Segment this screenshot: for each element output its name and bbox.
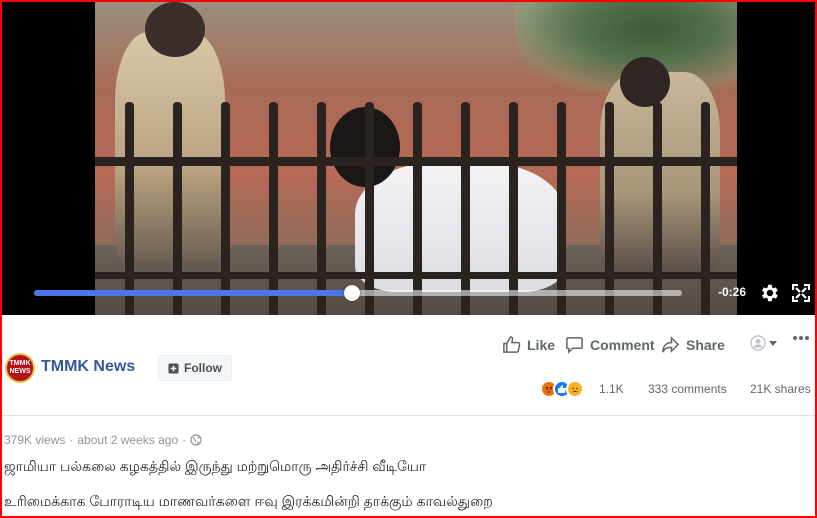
post-as-selector[interactable] [750, 335, 778, 351]
post-caption-line-1: ஜாமியா பல்கலை கழகத்தில் இருந்து மற்றுமொர… [4, 458, 427, 474]
section-divider [2, 415, 815, 416]
meta-separator-2: · [182, 433, 187, 447]
video-progress-bar[interactable] [34, 285, 682, 301]
video-scrubber-handle[interactable] [343, 285, 360, 301]
profile-avatar-icon [750, 335, 766, 351]
video-progress-fill [34, 290, 352, 296]
meta-separator: · [69, 433, 74, 447]
comments-count-link[interactable]: 333 comments [648, 382, 727, 396]
comment-bubble-icon [565, 335, 584, 354]
reactions-summary[interactable] [540, 380, 584, 398]
share-button[interactable]: Share [661, 335, 725, 354]
video-frame [95, 2, 737, 315]
video-player[interactable] [2, 2, 815, 315]
follow-label: Follow [184, 361, 222, 375]
avatar-logo-text: TMMK [9, 360, 31, 367]
post-meta: 379K views · about 2 weeks ago · [4, 433, 202, 447]
like-button[interactable]: Like [502, 335, 555, 354]
follow-plus-icon [168, 362, 179, 374]
like-label: Like [527, 336, 556, 353]
globe-icon[interactable] [190, 434, 202, 446]
comment-button[interactable]: Comment [565, 335, 655, 354]
thumbs-up-icon [502, 335, 521, 354]
iron-gate [95, 62, 737, 315]
chevron-down-icon [768, 338, 778, 348]
post-timestamp[interactable]: about 2 weeks ago [77, 433, 178, 447]
share-arrow-icon [661, 335, 680, 354]
time-remaining: -0:26 [718, 285, 747, 299]
settings-gear-icon[interactable] [758, 282, 780, 304]
view-count: 379K views [4, 433, 66, 447]
post-actions: Like Comment Share [0, 335, 817, 357]
sad-reaction-icon [566, 380, 584, 398]
page-avatar[interactable]: TMMK NEWS [5, 353, 35, 383]
post-caption-line-2: உரிமைக்காக போராடிய மாணவர்களை ஈவு இரக்கமி… [4, 493, 493, 509]
share-label: Share [686, 336, 725, 353]
page-name-link[interactable]: TMMK News [41, 358, 135, 376]
comment-label: Comment [590, 336, 655, 353]
fullscreen-icon[interactable] [792, 284, 814, 306]
reactions-count[interactable]: 1.1K [599, 382, 624, 396]
shares-count-link[interactable]: 21K shares [750, 382, 811, 396]
follow-button[interactable]: Follow [158, 355, 232, 381]
more-options-icon[interactable] [792, 335, 810, 341]
avatar-logo-subtext: NEWS [9, 368, 31, 375]
